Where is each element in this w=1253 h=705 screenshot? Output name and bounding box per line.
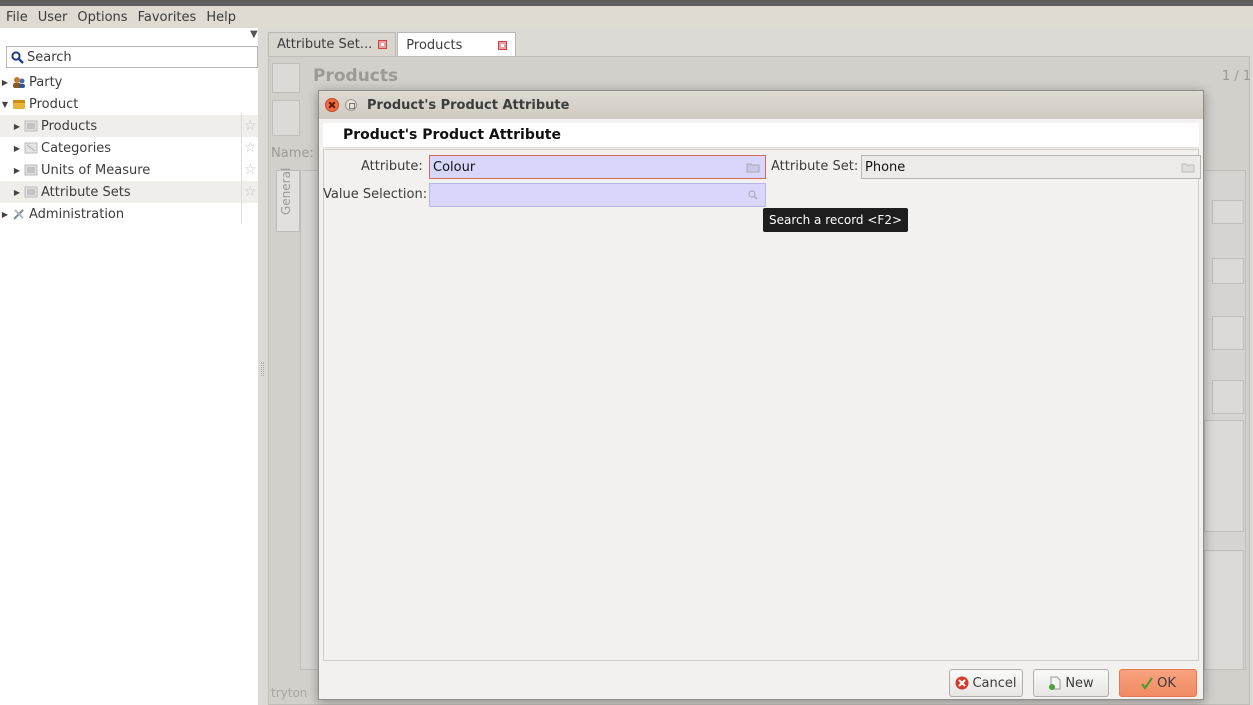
tab-close-icon[interactable] bbox=[378, 40, 388, 49]
tree-item-label: Party bbox=[29, 74, 63, 90]
menubar: File User Options Favorites Help bbox=[0, 6, 1253, 28]
new-button[interactable]: New bbox=[1033, 669, 1109, 697]
expand-arrow-icon[interactable]: ▶ bbox=[0, 78, 10, 87]
tab-bar: Attribute Set... Products bbox=[268, 32, 517, 57]
search-tooltip: Search a record <F2> bbox=[763, 208, 909, 232]
tree-item-label: Attribute Sets bbox=[41, 184, 131, 200]
search-icon[interactable] bbox=[746, 189, 760, 201]
collapse-arrow-icon[interactable]: ▼ bbox=[0, 100, 10, 109]
menu-user[interactable]: User bbox=[38, 10, 68, 25]
expand-arrow-icon[interactable]: ▶ bbox=[12, 122, 22, 131]
attribute-set-input[interactable] bbox=[862, 159, 1181, 175]
list-icon bbox=[24, 186, 38, 198]
tree-item-administration[interactable]: ▶ Administration bbox=[0, 203, 258, 225]
tree-item-units-of-measure[interactable]: ▶ Units of Measure ☆ bbox=[0, 159, 258, 181]
tree-item-label: Product bbox=[29, 96, 79, 112]
ok-button[interactable]: OK bbox=[1119, 669, 1197, 697]
search-input[interactable] bbox=[27, 49, 247, 65]
new-document-icon bbox=[1049, 676, 1061, 690]
new-record-icon bbox=[272, 100, 300, 136]
attribute-input[interactable] bbox=[430, 159, 746, 175]
status-footer: tryton bbox=[271, 686, 308, 700]
bg-description-area bbox=[1204, 550, 1244, 670]
tab-attribute-sets[interactable]: Attribute Set... bbox=[268, 32, 397, 56]
expand-arrow-icon[interactable]: ▶ bbox=[12, 166, 22, 175]
menu-file[interactable]: File bbox=[6, 10, 28, 25]
cancel-button-label: Cancel bbox=[972, 675, 1017, 691]
pane-splitter-handle[interactable] bbox=[261, 362, 264, 376]
search-box[interactable] bbox=[6, 46, 258, 68]
tree-item-label: Units of Measure bbox=[41, 162, 151, 178]
close-icon[interactable] bbox=[325, 98, 339, 112]
bg-expand-button bbox=[1212, 316, 1244, 350]
menu-options[interactable]: Options bbox=[77, 10, 127, 25]
list-icon bbox=[24, 120, 38, 132]
tree-item-label: Administration bbox=[29, 206, 125, 222]
folder-icon[interactable] bbox=[746, 161, 760, 173]
cancel-icon bbox=[955, 676, 969, 690]
dialog-titlebar: Product's Product Attribute bbox=[319, 91, 1203, 119]
form-title: Products bbox=[313, 66, 399, 86]
bg-list-area bbox=[1204, 420, 1244, 532]
menu-favorites[interactable]: Favorites bbox=[138, 10, 197, 25]
expand-arrow-icon[interactable]: ▶ bbox=[12, 188, 22, 197]
tab-general-label: General bbox=[279, 167, 293, 215]
bg-expand-button-2 bbox=[1212, 380, 1244, 414]
value-selection-input[interactable] bbox=[430, 187, 746, 203]
tree-item-product[interactable]: ▼ Product bbox=[0, 93, 258, 115]
value-selection-field[interactable] bbox=[429, 183, 766, 207]
search-icon bbox=[11, 50, 24, 64]
cancel-button[interactable]: Cancel bbox=[949, 669, 1023, 697]
menu-tree: ▶ Party ▼ Product ▶ Products ☆ ▶ Categor… bbox=[0, 71, 258, 225]
sidebar-dropdown-icon[interactable]: ▼ bbox=[250, 29, 258, 40]
tree-item-label: Products bbox=[41, 118, 98, 134]
tab-close-icon[interactable] bbox=[498, 40, 508, 50]
tab-products[interactable]: Products bbox=[397, 32, 517, 57]
value-selection-label: Value Selection: bbox=[323, 187, 428, 202]
favorite-star-icon[interactable]: ☆ bbox=[244, 118, 257, 134]
attribute-set-field[interactable] bbox=[861, 155, 1201, 179]
tree-item-attribute-sets[interactable]: ▶ Attribute Sets ☆ bbox=[0, 181, 258, 203]
attribute-label: Attribute: bbox=[361, 159, 423, 174]
edit-icon bbox=[272, 63, 300, 93]
party-icon bbox=[13, 77, 25, 88]
tab-label: Attribute Set... bbox=[277, 37, 373, 52]
bg-field-button bbox=[1212, 200, 1244, 224]
maximize-icon[interactable] bbox=[345, 99, 357, 111]
name-label: Name: bbox=[271, 146, 314, 161]
dialog-header: Product's Product Attribute bbox=[323, 123, 1199, 148]
expand-arrow-icon[interactable]: ▶ bbox=[0, 210, 10, 219]
tree-item-products[interactable]: ▶ Products ☆ bbox=[0, 115, 258, 137]
list-icon bbox=[24, 164, 38, 176]
product-attribute-dialog: Product's Product Attribute Product's Pr… bbox=[318, 90, 1204, 700]
tree-item-categories[interactable]: ▶ Categories ☆ bbox=[0, 137, 258, 159]
tools-icon bbox=[13, 209, 24, 220]
favorite-star-icon[interactable]: ☆ bbox=[244, 162, 257, 178]
tab-label: Products bbox=[406, 37, 463, 53]
tree-item-label: Categories bbox=[41, 140, 112, 156]
menu-help[interactable]: Help bbox=[206, 10, 236, 25]
bg-dropdown bbox=[1212, 258, 1244, 284]
tab-general: General bbox=[276, 167, 300, 232]
favorite-star-icon[interactable]: ☆ bbox=[244, 140, 257, 156]
attribute-field[interactable] bbox=[429, 155, 766, 179]
record-counter: 1 / 1 bbox=[1222, 69, 1252, 84]
folder-icon[interactable] bbox=[1181, 161, 1195, 173]
favorite-star-icon[interactable]: ☆ bbox=[244, 184, 257, 200]
expand-arrow-icon[interactable]: ▶ bbox=[12, 144, 22, 153]
tree-list-icon bbox=[24, 142, 38, 154]
dialog-window-title: Product's Product Attribute bbox=[367, 97, 570, 113]
tree-divider bbox=[241, 113, 242, 223]
checkmark-icon bbox=[1141, 677, 1153, 690]
attribute-set-label: Attribute Set: bbox=[771, 159, 859, 174]
tree-item-party[interactable]: ▶ Party bbox=[0, 71, 258, 93]
ok-button-label: OK bbox=[1157, 675, 1176, 691]
product-icon bbox=[13, 100, 25, 109]
new-button-label: New bbox=[1065, 675, 1094, 691]
dialog-body bbox=[323, 149, 1199, 661]
